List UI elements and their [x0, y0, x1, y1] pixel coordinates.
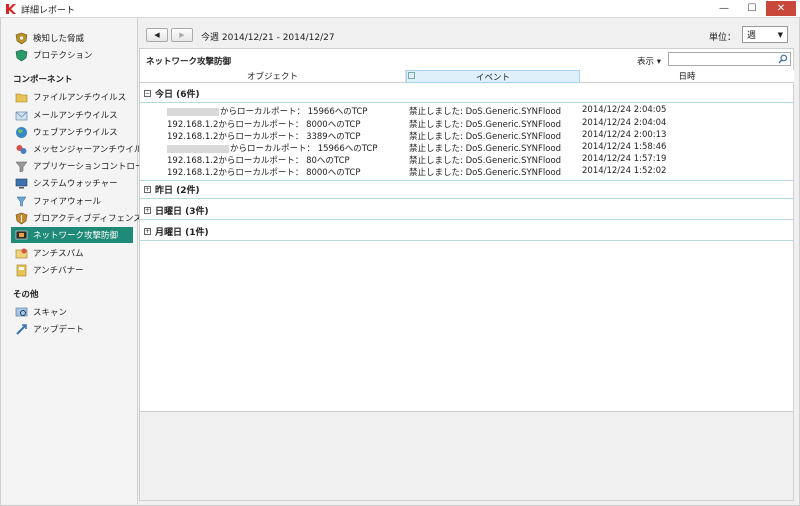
unit-label: 単位： [709, 33, 737, 43]
sidebar-item-network-attack-blocker[interactable]: ネットワーク攻撃防御 [11, 227, 133, 243]
sidebar-item-application-control[interactable]: アプリケーションコントロール [11, 158, 152, 174]
redacted-ip [167, 144, 229, 153]
table-row[interactable]: からローカルポート： 15966へのTCP 禁止しました: DoS.Generi… [140, 105, 794, 117]
sort-icon: ▽ [681, 72, 686, 79]
close-button[interactable]: ✕ [766, 1, 796, 16]
period-label: 今週 2014/12/21 - 2014/12/27 [201, 33, 335, 43]
chevron-down-icon: ▼ [777, 31, 783, 39]
sidebar-item-anti-spam[interactable]: アンチスパム [11, 245, 133, 261]
sidebar-item-system-watcher[interactable]: システムウォッチャー [11, 175, 133, 191]
minimize-button[interactable]: — [710, 1, 738, 16]
group-monday[interactable]: + 月曜日 (1件) [140, 223, 794, 241]
search-icon[interactable] [778, 54, 788, 64]
sidebar-item-file-antivirus[interactable]: ファイルアンチウイルス [11, 89, 133, 105]
title-bar: 詳細レポート — ☐ ✕ [0, 0, 800, 18]
sidebar-item-update[interactable]: アップデート [11, 321, 133, 337]
shield-protection-icon [15, 49, 28, 61]
network-attack-icon [15, 230, 28, 239]
globe-icon [16, 126, 27, 138]
components-header: コンポーネント [13, 75, 73, 85]
view-menu-button[interactable]: 表示 ▾ [637, 55, 661, 67]
firewall-icon [16, 196, 27, 206]
group-yesterday[interactable]: + 昨日 (2件) [140, 181, 794, 199]
sidebar-item-messenger-antivirus[interactable]: メッセンジャーアンチウイルス [11, 141, 151, 157]
shield-proactive-icon [15, 212, 28, 224]
expand-icon[interactable]: + [144, 228, 151, 235]
sidebar-item-threats[interactable]: 検知した脅威 [11, 30, 133, 46]
monitor-icon [15, 178, 28, 188]
sidebar-item-scan[interactable]: スキャン [11, 304, 133, 320]
group-sunday[interactable]: + 日曜日 (3件) [140, 202, 794, 220]
expand-icon[interactable]: + [144, 186, 151, 193]
previous-period-button[interactable]: ◀ [146, 28, 168, 42]
sidebar-item-mail-antivirus[interactable]: メールアンチウイルス [11, 107, 133, 123]
antibanner-icon [16, 264, 27, 276]
redacted-ip [167, 107, 219, 116]
folder-icon [15, 93, 28, 102]
column-header-date[interactable]: 日時 ▽ [580, 70, 794, 83]
sidebar-item-firewall[interactable]: ファイアウォール [11, 193, 133, 209]
unit-select-value: 週 [747, 31, 757, 41]
kaspersky-logo-icon [6, 4, 16, 14]
sidebar-item-protection[interactable]: プロテクション [11, 47, 133, 63]
sidebar-item-web-antivirus[interactable]: ウェブアンチウイルス [11, 124, 133, 140]
group-today[interactable]: − 今日 (6件) [140, 85, 794, 103]
mail-icon [15, 111, 28, 120]
sidebar-item-anti-banner[interactable]: アンチバナー [11, 262, 133, 278]
table-row[interactable]: からローカルポート： 15966へのTCP 禁止しました: DoS.Generi… [140, 142, 794, 154]
collapse-icon[interactable]: − [144, 90, 151, 97]
window-title: 詳細レポート [21, 6, 76, 16]
table-row[interactable]: 192.168.1.2からローカルポート： 8000へのTCP 禁止しました: … [140, 118, 794, 130]
details-pane [139, 412, 794, 501]
shield-threat-icon [15, 32, 28, 44]
next-period-button[interactable]: ▶ [171, 28, 193, 42]
column-header-object[interactable]: オブジェクト [140, 70, 406, 83]
table-row[interactable]: 192.168.1.2からローカルポート： 3389へのTCP 禁止しました: … [140, 130, 794, 142]
report-panel: ネットワーク攻撃防御 表示 ▾ オブジェクト イベント 日時 ▽ − 今日 (6… [139, 48, 794, 412]
column-filter-icon[interactable] [408, 72, 415, 79]
expand-icon[interactable]: + [144, 207, 151, 214]
table-row[interactable]: 192.168.1.2からローカルポート： 80へのTCP 禁止しました: Do… [140, 154, 794, 166]
column-header-event[interactable]: イベント [406, 70, 580, 83]
update-icon [16, 323, 27, 335]
other-header: その他 [13, 290, 39, 300]
messenger-icon [16, 144, 27, 154]
sidebar-item-proactive-defense[interactable]: プロアクティブディフェンス [11, 210, 142, 226]
maximize-button[interactable]: ☐ [738, 1, 766, 16]
filter-icon [15, 161, 28, 172]
unit-select[interactable]: 週 ▼ [742, 26, 788, 43]
scan-icon [15, 307, 28, 316]
panel-title: ネットワーク攻撃防御 [146, 57, 232, 67]
search-input[interactable] [668, 52, 791, 66]
table-row[interactable]: 192.168.1.2からローカルポート： 8000へのTCP 禁止しました: … [140, 166, 794, 181]
antispam-icon [15, 248, 28, 258]
